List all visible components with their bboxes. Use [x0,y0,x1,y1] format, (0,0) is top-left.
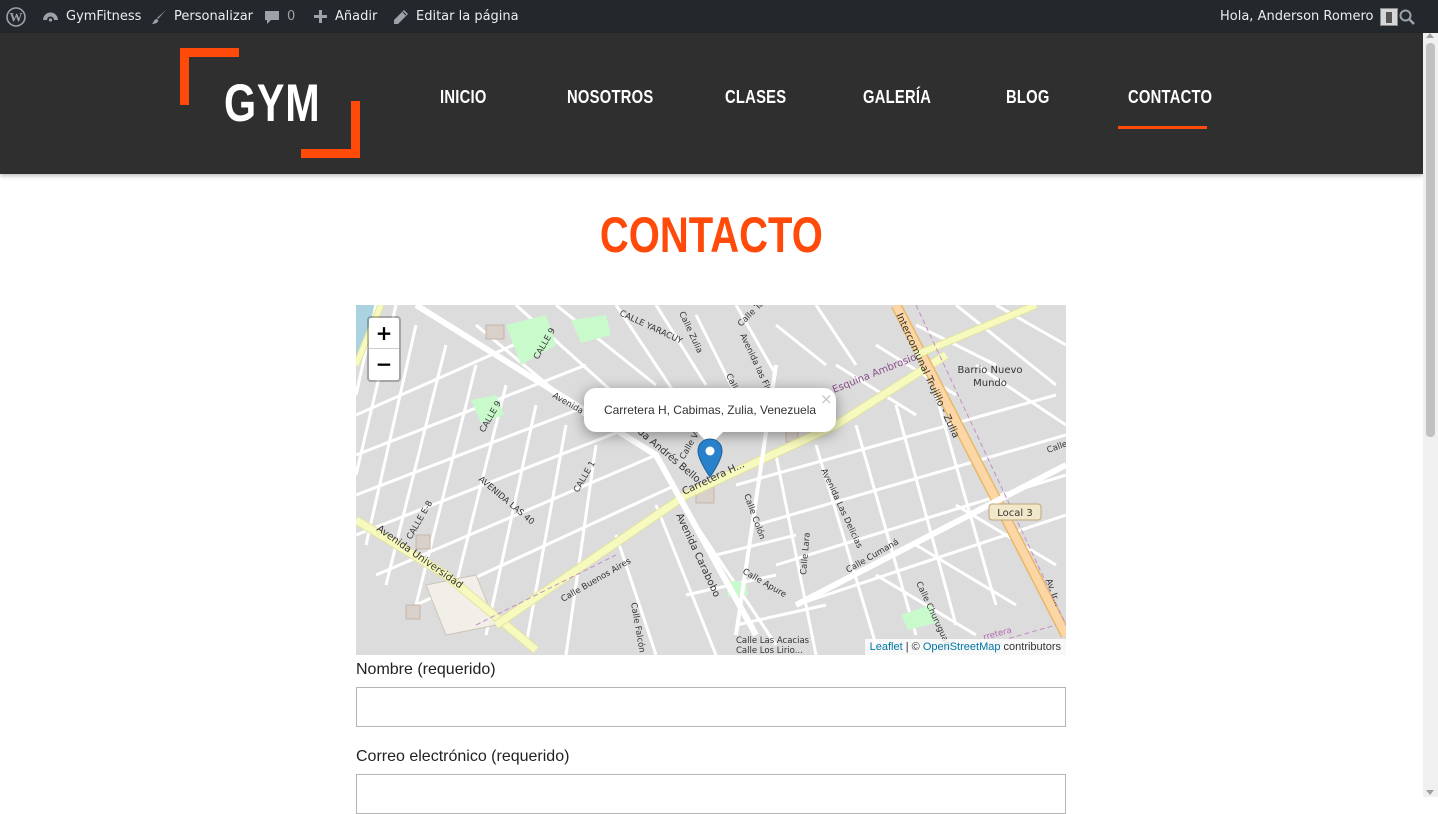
zoom-out-button[interactable]: − [369,349,399,379]
active-nav-indicator [1118,126,1207,129]
svg-text:W: W [10,9,23,24]
openstreetmap-link[interactable]: OpenStreetMap [923,641,1001,653]
logo-text: GYM [224,74,321,133]
new-content-link[interactable]: Añadir [313,0,377,33]
map-popup: Carretera H, Cabimas, Zulia, Venezuela [584,388,836,432]
logo-corner [180,48,189,105]
page-title: CONTACTO [600,207,823,263]
nav-blog[interactable]: BLOG [1006,87,1050,108]
attribution-separator: | © [902,641,923,653]
site-header: GYM INICIO NOSOTROS CLASES GALERÍA BLOG … [0,33,1423,174]
pencil-icon [394,9,408,24]
wordpress-logo-icon[interactable]: W [6,0,26,33]
map-attribution: Leaflet | © OpenStreetMap contributors [864,639,1066,655]
nav-inicio[interactable]: INICIO [440,87,487,108]
site-name-link[interactable]: GymFitness [42,0,141,33]
nav-galeria[interactable]: GALERÍA [863,87,931,108]
page-scrollbar[interactable] [1423,33,1438,797]
popup-text: Carretera H, Cabimas, Zulia, Venezuela [603,403,817,417]
zoom-control: + − [367,316,401,382]
name-field[interactable] [356,687,1066,727]
email-field[interactable] [356,774,1066,814]
nav-contacto[interactable]: CONTACTO [1128,87,1212,108]
email-label: Correo electrónico (requerido) [356,748,570,765]
edit-page-link[interactable]: Editar la página [393,0,519,33]
plus-icon [314,10,327,23]
avatar [1380,7,1399,26]
map-label: Barrio Nuevo [957,365,1022,376]
logo-corner [351,101,360,158]
comments-link[interactable]: 0 [264,0,295,33]
search-icon[interactable] [1399,0,1415,33]
scroll-down-arrow-icon[interactable] [1426,790,1434,795]
attribution-contributors: contributors [1000,641,1061,653]
map-marker-icon[interactable] [697,438,723,478]
site-name: GymFitness [66,9,142,24]
map-label: Calle Los Lirio... [736,646,803,655]
nav-clases[interactable]: CLASES [725,87,786,108]
leaflet-link[interactable]: Leaflet [870,641,903,653]
my-account-link[interactable]: Hola, Anderson Romero [1220,0,1399,33]
edit-page-label: Editar la página [416,9,519,24]
map-label: Calle Las Acacias [736,636,810,646]
admin-bar: W GymFitness Personalizar 0 Añadir Edita… [0,0,1438,33]
greeting-text: Hola, Anderson Romero [1220,9,1374,24]
dashboard-icon [43,12,58,22]
popup-close-button[interactable]: × [820,390,833,408]
paintbrush-icon [152,9,166,24]
zoom-in-button[interactable]: + [369,318,399,349]
customize-link[interactable]: Personalizar [151,0,253,33]
site-logo[interactable]: GYM [180,48,360,158]
nav-nosotros[interactable]: NOSOTROS [567,87,653,108]
map-widget[interactable]: Local 3 CALLE YARACUY Calle Zulia Calle … [356,305,1066,655]
customize-label: Personalizar [174,9,254,24]
scroll-thumb[interactable] [1426,43,1435,437]
map-label: Mundo [973,378,1007,389]
comments-count: 0 [287,9,296,24]
name-label: Nombre (requerido) [356,661,496,678]
map-tiles[interactable]: Local 3 CALLE YARACUY Calle Zulia Calle … [356,305,1066,655]
comment-bubble-icon [265,10,279,24]
new-content-label: Añadir [335,9,378,24]
map-label: Local 3 [997,508,1032,519]
scroll-up-arrow-icon[interactable] [1426,33,1434,38]
